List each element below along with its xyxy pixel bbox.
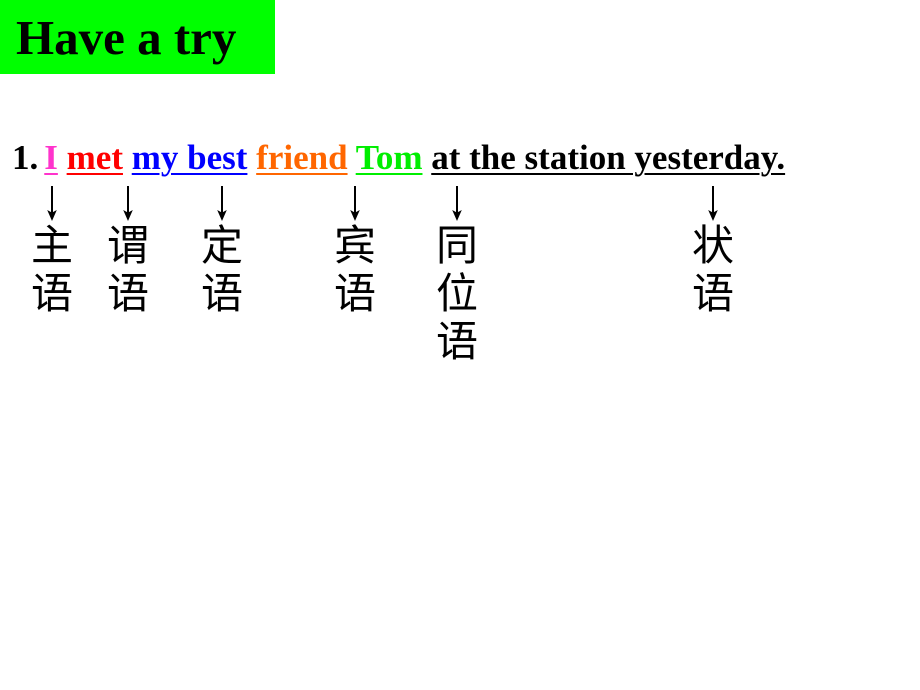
label-char: 语 [30,269,73,318]
down-arrow-icon [706,186,720,222]
grammar-label-subject: 主 语 [28,222,76,318]
label-char: 宾 [333,221,376,270]
label-char: 状 [691,221,734,270]
grammar-label-predicate: 谓 语 [104,222,152,318]
word-gap [58,138,67,177]
down-arrow-icon [45,186,59,222]
label-char: 定 [200,221,243,270]
page-title: Have a try [16,9,237,65]
down-arrow-icon [450,186,464,222]
sentence-segment-predicate: met [66,138,123,177]
label-char: 语 [333,269,376,318]
label-char: 语 [435,317,478,366]
label-char: 语 [106,269,149,318]
label-char: 位 [435,269,478,318]
label-char: 谓 [106,221,149,270]
sentence-segment-subject: I [44,138,58,177]
word-gap [247,138,256,177]
exercise-number: 1. [12,138,39,177]
title-banner: Have a try [0,0,275,74]
grammar-label-attributive: 定 语 [198,222,246,318]
word-gap [422,138,431,177]
label-char: 主 [30,221,73,270]
down-arrow-icon [215,186,229,222]
sentence-segment-object: friend [256,138,348,177]
sentence-segment-attributive: my best [131,138,248,177]
exercise-sentence: 1. I met my best friend Tom at the statio… [12,136,785,180]
word-gap [123,138,132,177]
label-char: 同 [435,221,478,270]
grammar-label-adverbial: 状 语 [689,222,737,318]
label-char: 语 [200,269,243,318]
down-arrow-icon [121,186,135,222]
grammar-label-object: 宾 语 [331,222,379,318]
label-char: 语 [691,269,734,318]
grammar-label-appositive: 同 位 语 [433,222,481,366]
sentence-segment-adverbial: at the station yesterday. [431,138,786,177]
down-arrow-icon [348,186,362,222]
word-gap [348,138,356,177]
sentence-segment-appositive: Tom [355,138,423,177]
